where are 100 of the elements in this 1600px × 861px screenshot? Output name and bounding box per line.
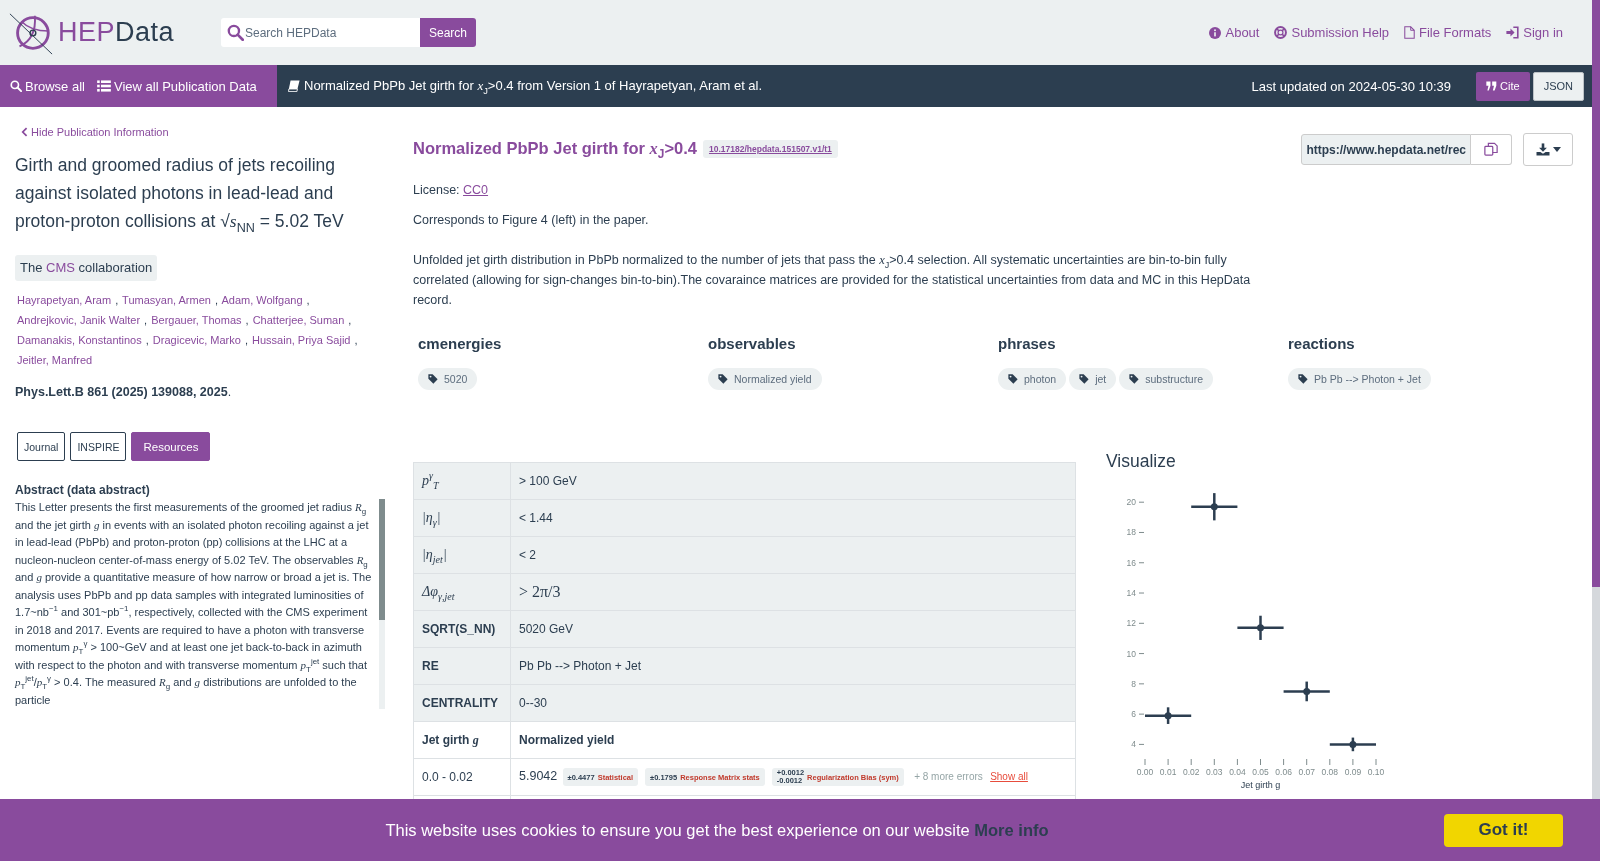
keyword-tag[interactable]: substructure (1119, 368, 1213, 390)
tag-icon (1008, 374, 1018, 384)
tag-icon (1129, 374, 1140, 384)
keyword-heading: observables (708, 334, 796, 354)
author-link[interactable]: Jeitler, Manfred (17, 354, 93, 366)
chevron-left-icon (21, 127, 28, 137)
cite-button[interactable]: Cite (1476, 71, 1530, 101)
header-link[interactable]: Submission Help (1274, 25, 1389, 40)
url-field[interactable]: https://www.hepdata.net/rec (1301, 133, 1471, 165)
y-tick-label: 12 (1126, 618, 1136, 629)
table-description: Unfolded jet girth distribution in PbPb normalized to the number of jets that pass the x$_{J}$>0.4 selection. All systematic uncertainties are bin-to-bin fully correlated (allowing for sign-changes bin-to-bin).The covaraince matrices are provided for the statistical uncertainties from data and MC in this HepData record. (413, 252, 1252, 309)
author-link[interactable]: Dragicevic, Marko (152, 334, 241, 346)
download-button[interactable] (1523, 132, 1573, 166)
license-text: License: CC0 (413, 182, 489, 199)
qualifier-value-cell: > 100 GeV (510, 462, 1076, 500)
qualifier-value-cell: < 2 (510, 536, 1076, 574)
author-link[interactable]: Chatterjee, Suman (252, 314, 345, 326)
got-it-button[interactable]: Got it! (1444, 813, 1563, 847)
author-link[interactable]: Adam, Wolfgang (221, 294, 303, 306)
x-tick-label: 0.01 (1159, 767, 1177, 777)
figure-note: Corresponds to Figure 4 (left) in the paper. (413, 212, 649, 229)
qualifier-name-cell: SQRT(S_NN) (413, 610, 511, 648)
x-axis-label: Jet girth g (1240, 780, 1281, 790)
book-icon (288, 80, 300, 92)
abstract-heading: Abstract (data abstract) (15, 482, 151, 499)
author-separator: , (354, 334, 358, 346)
author-link[interactable]: Andrejkovic, Janik Walter (17, 314, 141, 326)
x-tick-label: 0.00 (1136, 767, 1154, 777)
y-tick-label: 18 (1126, 527, 1136, 538)
data-point[interactable] (1210, 493, 1218, 521)
qualifier-name-cell: |η$_{jet}$| (413, 536, 511, 574)
x-tick-label: 0.07 (1298, 767, 1315, 777)
keyword-tag[interactable]: photon (998, 368, 1067, 390)
qualifier-value-cell: 5020 GeV (510, 610, 1076, 648)
x-tick-label: 0.10 (1367, 767, 1385, 777)
scrollbar[interactable] (379, 499, 385, 709)
keyword-heading: cmenergies (418, 334, 502, 354)
nav-link[interactable]: View all Publication Data (96, 78, 257, 94)
search-field[interactable]: Search HEPData (221, 18, 420, 47)
resource-button[interactable]: Journal (17, 432, 66, 461)
data-point[interactable] (1303, 681, 1311, 702)
author-link[interactable]: Damanakis, Konstantinos (17, 334, 142, 346)
nav-link[interactable]: Browse all (10, 78, 85, 94)
tag-icon (718, 374, 728, 384)
logo-text[interactable]: HEPData (58, 17, 175, 48)
author-separator: , (145, 334, 149, 346)
data-point[interactable] (1164, 707, 1172, 724)
show-all-link[interactable]: Show all (990, 771, 1028, 783)
x-tick-label: 0.02 (1182, 767, 1200, 777)
header-link[interactable]: File Formats (1404, 25, 1492, 40)
qualifier-name-cell: Δφ$_{γ,jet}$ (413, 573, 511, 611)
caret-icon (1552, 146, 1561, 152)
record-title: Normalized PbPb Jet girth for x$_{J}$>0.4 from Version 1 of Hayrapetyan, Aram et al. (304, 78, 763, 94)
author-separator: , (115, 294, 119, 306)
visualize-heading: Visualize (1106, 450, 1176, 472)
keyword-heading: phrases (998, 334, 1056, 354)
keyword-tag[interactable]: jet (1069, 368, 1117, 390)
author-separator: , (144, 314, 148, 326)
table-title: Normalized PbPb Jet girth for x$_{J}$>0.4 (413, 139, 697, 159)
more-errors-text: + 8 more errors (914, 771, 983, 783)
copy-button[interactable] (1471, 133, 1512, 165)
y-tick-label: 10 (1126, 648, 1136, 659)
column-header: Normalized yield (510, 721, 1076, 759)
x-tick-label: 0.04 (1229, 767, 1246, 777)
data-point[interactable] (1257, 615, 1264, 640)
author-link[interactable]: Hayrapetyan, Aram (17, 294, 112, 306)
table-cell: 0.0 - 0.02 (413, 758, 511, 796)
qualifier-value-cell: 0--30 (510, 684, 1076, 722)
life-ring-icon (1274, 26, 1288, 39)
y-tick-label: 4 (1131, 739, 1136, 750)
json-button[interactable]: JSON (1532, 71, 1584, 101)
y-tick-label: 20 (1126, 497, 1136, 508)
y-tick-label: 16 (1126, 557, 1136, 568)
author-separator: , (306, 294, 310, 306)
resource-button[interactable]: INSPIRE (70, 432, 127, 461)
tag-icon (1079, 374, 1090, 384)
search-icon (10, 80, 22, 92)
copy-icon (1484, 142, 1498, 156)
journal-reference: Phys.Lett.B 861 (2025) 139088, 2025. (15, 384, 233, 401)
x-tick-label: 0.09 (1344, 767, 1362, 777)
header-link[interactable]: Sign in (1506, 25, 1563, 40)
author-link[interactable]: Tumasyan, Armen (122, 294, 211, 306)
license-link[interactable]: CC0 (463, 183, 489, 197)
doi-link[interactable]: 10.17182/hepdata.151507.v1/t1 (702, 140, 838, 158)
search-button[interactable]: Search (420, 18, 476, 47)
x-tick-label: 0.06 (1275, 767, 1292, 777)
keyword-tag[interactable]: Pb Pb --> Photon + Jet (1288, 368, 1431, 390)
header-link[interactable]: About (1209, 25, 1260, 40)
author-link[interactable]: Bergauer, Thomas (151, 314, 242, 326)
keyword-tag[interactable]: Normalized yield (708, 368, 822, 390)
data-point[interactable] (1349, 737, 1357, 752)
y-tick-label: 8 (1131, 678, 1136, 689)
author-separator: , (245, 314, 249, 326)
page-scrollbar[interactable] (1592, 0, 1600, 799)
collaboration-link[interactable]: CMS (46, 260, 75, 275)
sign-in-icon (1506, 26, 1520, 39)
resource-button[interactable]: Resources (131, 432, 211, 461)
hide-info-link[interactable]: Hide Publication Information (21, 125, 169, 139)
keyword-tag[interactable]: 5020 (418, 368, 478, 390)
author-link[interactable]: Hussain, Priya Sajid (252, 334, 351, 346)
